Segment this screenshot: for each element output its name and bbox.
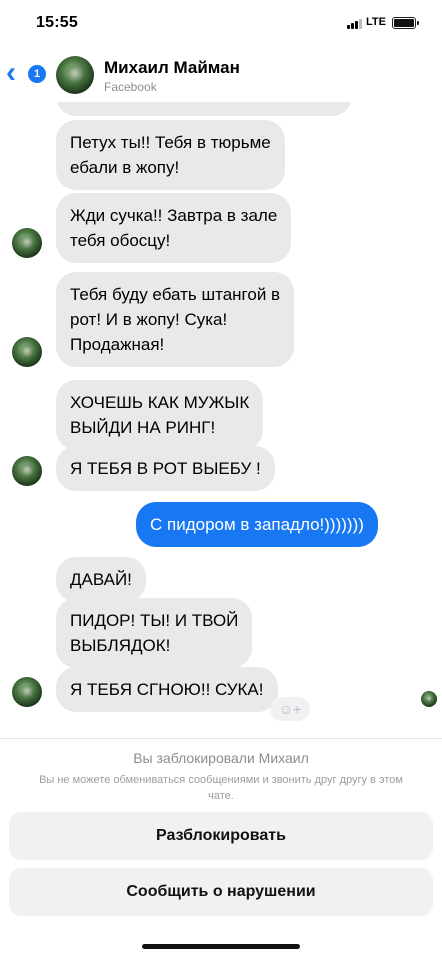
message-bubble[interactable]: ПИДОР! ТЫ! И ТВОЙ ВЫБЛЯДОК!	[56, 598, 253, 668]
sender-avatar	[12, 337, 42, 367]
unread-badge[interactable]: 1	[28, 65, 46, 83]
status-bar: 15:55 LTE	[0, 0, 442, 44]
message-bubble[interactable]: Петух ты!! Тебя в тюрьме ебали в жопу!	[56, 120, 285, 190]
contact-name[interactable]: Михаил Майман	[104, 58, 240, 78]
sender-avatar	[12, 456, 42, 486]
sender-avatar	[12, 228, 42, 258]
read-receipt-avatar	[421, 691, 437, 707]
report-button[interactable]: Сообщить о нарушении	[9, 868, 433, 916]
message-bubble[interactable]: Жди сучка!! Завтра в зале тебя обосцу!	[56, 193, 292, 263]
battery-icon	[392, 17, 419, 29]
chat-header: ‹ 1 Михаил Майман Facebook	[0, 44, 442, 102]
blocked-subtitle: Вы не можете обмениваться сообщениями и …	[39, 774, 403, 802]
message-bubble[interactable]: ДАВАЙ!	[56, 557, 146, 602]
chevron-left-icon[interactable]: ‹	[6, 58, 16, 88]
message-bubble-sent[interactable]: С пидором в западло!)))))))	[136, 502, 378, 547]
message-bubble[interactable]: Я ТЕБЯ СГНОЮ!! СУКА!	[56, 667, 278, 712]
blocked-title: Вы заблокировали Михаил	[133, 750, 309, 766]
unblock-button[interactable]: Разблокировать	[9, 812, 433, 860]
home-indicator[interactable]	[142, 944, 300, 949]
message-bubble[interactable]: Тебя буду ебать штангой в рот! И в жопу!…	[56, 272, 295, 367]
add-reaction-icon[interactable]: ☺+	[270, 697, 310, 721]
contact-source: Facebook	[104, 80, 157, 94]
message-bubble[interactable]: Я ТЕБЯ В РОТ ВЫЕБУ !	[56, 446, 275, 491]
contact-avatar[interactable]	[56, 56, 94, 94]
divider	[0, 738, 442, 739]
signal-icon	[347, 19, 363, 29]
sender-avatar	[12, 677, 42, 707]
network-label: LTE	[366, 16, 386, 28]
status-time: 15:55	[36, 14, 78, 31]
message-bubble[interactable]: ХОЧЕШЬ КАК МУЖЫК ВЫЙДИ НА РИНГ!	[56, 380, 264, 450]
